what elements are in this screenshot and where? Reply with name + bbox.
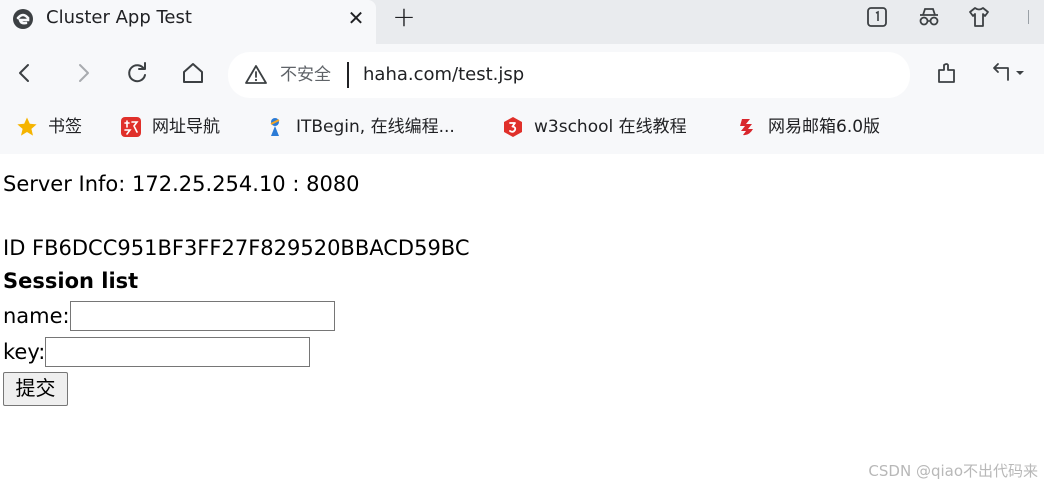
submit-button[interactable]: 提交	[3, 372, 68, 406]
bookmark-label: w3school 在线教程	[534, 117, 687, 137]
key-input[interactable]	[45, 337, 311, 367]
csdn-watermark: CSDN @qiao不出代码来	[868, 462, 1038, 480]
tab-count-icon[interactable]	[864, 4, 890, 30]
server-info-text: Server Info: 172.25.254.10 : 8080	[3, 172, 360, 196]
reload-icon[interactable]	[124, 60, 150, 86]
star-icon	[17, 117, 37, 136]
active-tab[interactable]: Cluster App Test ✕	[0, 0, 376, 44]
profile-menu-icon[interactable]	[988, 60, 1028, 86]
security-status-label[interactable]: 不安全	[280, 63, 331, 87]
browser-window: Cluster App Test ✕ + 不安全 haha.com/test.j…	[0, 0, 1044, 489]
bookmark-item-itbegin[interactable]: ITBegin, 在线编程...	[264, 114, 455, 140]
red-square-icon	[121, 117, 141, 137]
warning-icon[interactable]	[244, 63, 268, 87]
key-form-row: key:	[3, 336, 311, 368]
name-input[interactable]	[69, 301, 335, 331]
back-icon[interactable]	[12, 60, 38, 86]
extensions-icon[interactable]	[934, 60, 960, 86]
tab-strip-divider	[1028, 10, 1029, 24]
bookmark-item-w3school[interactable]: w3school 在线教程	[502, 114, 687, 140]
itbegin-icon	[270, 118, 280, 136]
w3school-icon	[504, 117, 522, 137]
name-form-row: name:	[3, 300, 335, 332]
bookmark-label: ITBegin, 在线编程...	[296, 117, 455, 137]
tab-close-icon[interactable]: ✕	[344, 6, 368, 30]
bookmark-item-netease-mail[interactable]: 网易邮箱6.0版	[736, 114, 880, 140]
new-tab-button[interactable]: +	[390, 3, 418, 32]
session-id-text: ID FB6DCC951BF3FF27F829520BBACD59BC	[3, 236, 470, 260]
key-label: key:	[3, 340, 46, 364]
tab-strip: Cluster App Test ✕ +	[0, 0, 1044, 44]
tab-title: Cluster App Test	[46, 7, 192, 28]
netease-mail-icon	[740, 119, 753, 136]
url-text[interactable]: haha.com/test.jsp	[363, 63, 524, 87]
bookmark-label: 书签	[48, 117, 82, 137]
name-label: name:	[3, 304, 70, 328]
bookmark-label: 网址导航	[152, 117, 220, 137]
shirt-icon[interactable]	[966, 4, 992, 30]
forward-icon[interactable]	[70, 60, 96, 86]
bookmark-item-favorites[interactable]: 书签	[16, 114, 82, 140]
home-icon[interactable]	[180, 60, 206, 86]
incognito-icon[interactable]	[916, 4, 942, 30]
bookmark-label: 网易邮箱6.0版	[768, 117, 881, 137]
session-list-heading: Session list	[3, 269, 139, 293]
edge-favicon-icon	[13, 9, 33, 29]
bookmark-item-url-nav[interactable]: 网址导航	[120, 114, 220, 140]
address-divider	[347, 62, 349, 88]
